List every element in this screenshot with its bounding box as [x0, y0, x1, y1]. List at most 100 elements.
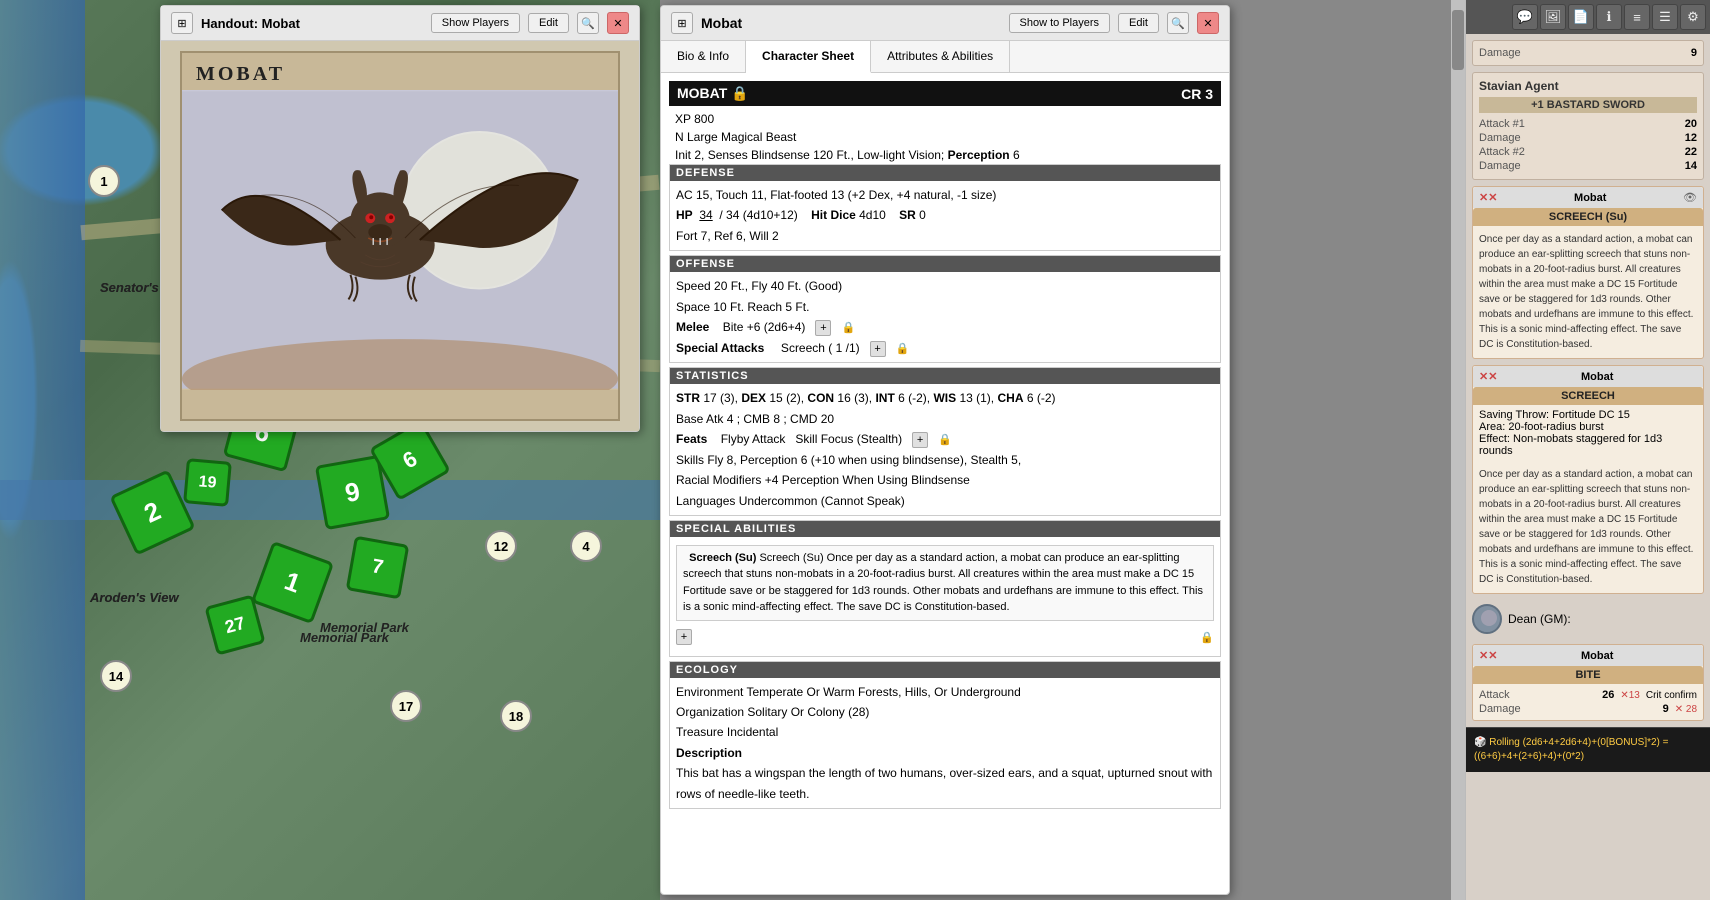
character-panel: ⊞ Mobat Show to Players Edit 🔍 ✕ Bio & I… — [660, 5, 1230, 895]
defense-section: DEFENSE AC 15, Touch 11, Flat-footed 13 … — [669, 164, 1221, 251]
area-row: Area: 20-foot-radius burst — [1479, 421, 1697, 433]
damage2-row: Damage 14 — [1479, 159, 1697, 173]
statistics-section: STATISTICS STR 17 (3), DEX 15 (2), CON 1… — [669, 367, 1221, 516]
special-abilities-body: Screech (Su) Screech (Su) Once per day a… — [670, 537, 1220, 656]
character-title: Mobat — [701, 15, 1001, 31]
character-content[interactable]: MOBAT 🔒 CR 3 XP 800 N Large Magical Beas… — [661, 73, 1229, 883]
saving-throw-row: Saving Throw: Fortitude DC 15 — [1479, 409, 1697, 421]
handout-edit-btn[interactable]: Edit — [528, 13, 569, 33]
damage-value: 9 — [1691, 47, 1697, 59]
type-row: N Large Magical Beast — [669, 128, 1221, 146]
handout-panel: ⊞ Handout: Mobat Show Players Edit 🔍 ✕ M… — [160, 5, 640, 432]
attack1-row: Attack #1 20 — [1479, 117, 1697, 131]
ability-add-btn[interactable]: + — [676, 629, 692, 645]
char-edit-btn[interactable]: Edit — [1118, 13, 1159, 33]
handout-mob-name: Mobat — [182, 53, 618, 90]
gm-name: Dean (GM): — [1508, 612, 1571, 626]
stat-name-bar: MOBAT 🔒 CR 3 — [669, 81, 1221, 106]
handout-search-btn[interactable]: 🔍 — [577, 12, 599, 34]
character-tabs: Bio & Info Character Sheet Attributes & … — [661, 41, 1229, 73]
mobat1-label: Mobat — [1497, 192, 1683, 204]
melee-add-btn[interactable]: + — [815, 320, 831, 336]
ecology-section: ECOLOGY Environment Temperate Or Warm Fo… — [669, 661, 1221, 809]
roll-bar: 🎲 Rolling (2d6+4+2d6+4)+(0[BONUS]*2) = (… — [1466, 727, 1710, 772]
offense-header: OFFENSE — [670, 256, 1220, 272]
damage-label: Damage — [1479, 47, 1521, 59]
damage1-row: Damage 12 — [1479, 131, 1697, 145]
xp-row: XP 800 — [669, 110, 1221, 128]
character-header: ⊞ Mobat Show to Players Edit 🔍 ✕ — [661, 6, 1229, 41]
crit-icon: ✕13 — [1620, 690, 1640, 701]
track-btn[interactable]: ≡ — [1624, 4, 1650, 30]
bite-attack-row: Attack 26 ✕13 Crit confirm — [1479, 688, 1697, 702]
doc-btn[interactable]: 📄 — [1568, 4, 1594, 30]
screech-ability-box: Screech (Su) Screech (Su) Once per day a… — [676, 545, 1214, 621]
dice-token-4: 1 — [251, 541, 334, 624]
right-sidebar: 💬 🖼 📄 ℹ ≡ ☰ ⚙ Damage 9 Stavian Agent +1 … — [1465, 0, 1710, 900]
scrollbar[interactable] — [1451, 0, 1465, 900]
stat-cr: CR 3 — [1181, 86, 1213, 102]
bite-header: BITE — [1473, 666, 1703, 684]
list-btn[interactable]: ☰ — [1652, 4, 1678, 30]
stavian-card: Stavian Agent +1 BASTARD SWORD Attack #1… — [1472, 72, 1704, 180]
tab-character-sheet[interactable]: Character Sheet — [746, 41, 871, 73]
bat-svg — [182, 90, 618, 390]
offense-section: OFFENSE Speed 20 Ft., Fly 40 Ft. (Good) … — [669, 255, 1221, 363]
image-btn[interactable]: 🖼 — [1540, 4, 1566, 30]
char-collapse-btn[interactable]: ⊞ — [671, 12, 693, 34]
handout-close-btn[interactable]: ✕ — [607, 12, 629, 34]
special-abilities-header: SPECIAL ABILITIES — [670, 521, 1220, 537]
screech-desc2: Once per day as a standard action, a mob… — [1473, 461, 1703, 593]
char-show-players-btn[interactable]: Show to Players — [1009, 13, 1110, 33]
feats-add-btn[interactable]: + — [912, 432, 928, 448]
mobat2-label: Mobat — [1497, 371, 1697, 383]
eye-icon-1[interactable]: 👁 — [1683, 191, 1697, 204]
statistics-body: STR 17 (3), DEX 15 (2), CON 16 (3), INT … — [670, 384, 1220, 515]
dice-token-8: 19 — [183, 458, 232, 507]
dice-token-6: 7 — [346, 536, 410, 600]
mobat3-label: Mobat — [1497, 650, 1697, 662]
special-abilities-section: SPECIAL ABILITIES Screech (Su) Screech (… — [669, 520, 1221, 657]
char-search-btn[interactable]: 🔍 — [1167, 12, 1189, 34]
special-add-btn[interactable]: + — [870, 341, 886, 357]
statistics-header: STATISTICS — [670, 368, 1220, 384]
defense-header: DEFENSE — [670, 165, 1220, 181]
char-close-btn[interactable]: ✕ — [1197, 12, 1219, 34]
bite-card: ✕✕ Mobat BITE Attack 26 ✕13 Crit confirm… — [1472, 644, 1704, 721]
bastard-sword-header: +1 BASTARD SWORD — [1479, 97, 1697, 113]
chat-btn[interactable]: 💬 — [1512, 4, 1538, 30]
handout-show-players-btn[interactable]: Show Players — [431, 13, 520, 33]
stavian-title: Stavian Agent — [1479, 79, 1697, 93]
defense-body: AC 15, Touch 11, Flat-footed 13 (+2 Dex,… — [670, 181, 1220, 250]
bite-damage-row: Damage 9 ✕ 28 — [1479, 702, 1697, 716]
handout-collapse-btn[interactable]: ⊞ — [171, 12, 193, 34]
sidebar-toolbar: 💬 🖼 📄 ℹ ≡ ☰ ⚙ — [1466, 0, 1710, 34]
attack2-row: Attack #2 22 — [1479, 145, 1697, 159]
scrollbar-thumb[interactable] — [1452, 10, 1464, 70]
xx-icon-2: ✕✕ — [1479, 370, 1497, 383]
screech-su-header: SCREECH (Su) — [1473, 208, 1703, 226]
handout-title: Handout: Mobat — [201, 16, 423, 31]
settings-btn[interactable]: ⚙ — [1680, 4, 1706, 30]
gm-avatar — [1472, 604, 1502, 634]
handout-header: ⊞ Handout: Mobat Show Players Edit 🔍 ✕ — [161, 6, 639, 41]
tab-bio-info[interactable]: Bio & Info — [661, 41, 746, 72]
offense-body: Speed 20 Ft., Fly 40 Ft. (Good) Space 10… — [670, 272, 1220, 362]
gm-area: Dean (GM): — [1466, 600, 1710, 638]
effect-row: Effect: Non-mobats staggered for 1d3 rou… — [1479, 433, 1697, 457]
info-btn[interactable]: ℹ — [1596, 4, 1622, 30]
stat-mob-name: MOBAT 🔒 — [677, 85, 749, 102]
crit-confirm-label: Crit confirm — [1646, 690, 1697, 701]
ecology-body: Environment Temperate Or Warm Forests, H… — [670, 678, 1220, 808]
screech-su-card: ✕✕ Mobat 👁 SCREECH (Su) Once per day as … — [1472, 186, 1704, 359]
handout-image-area: Mobat — [161, 41, 639, 431]
damage-card: Damage 9 — [1472, 40, 1704, 66]
bat-illustration — [182, 90, 618, 390]
init-row: Init 2, Senses Blindsense 120 Ft., Low-l… — [669, 146, 1221, 164]
handout-image-inner: Mobat — [180, 51, 620, 421]
tab-attributes[interactable]: Attributes & Abilities — [871, 41, 1010, 72]
screech-su-text: Once per day as a standard action, a mob… — [1473, 226, 1703, 358]
damage2-val: ✕ 28 — [1675, 704, 1697, 715]
xx-icon-1: ✕✕ — [1479, 191, 1497, 204]
xx-icon-3: ✕✕ — [1479, 649, 1497, 662]
